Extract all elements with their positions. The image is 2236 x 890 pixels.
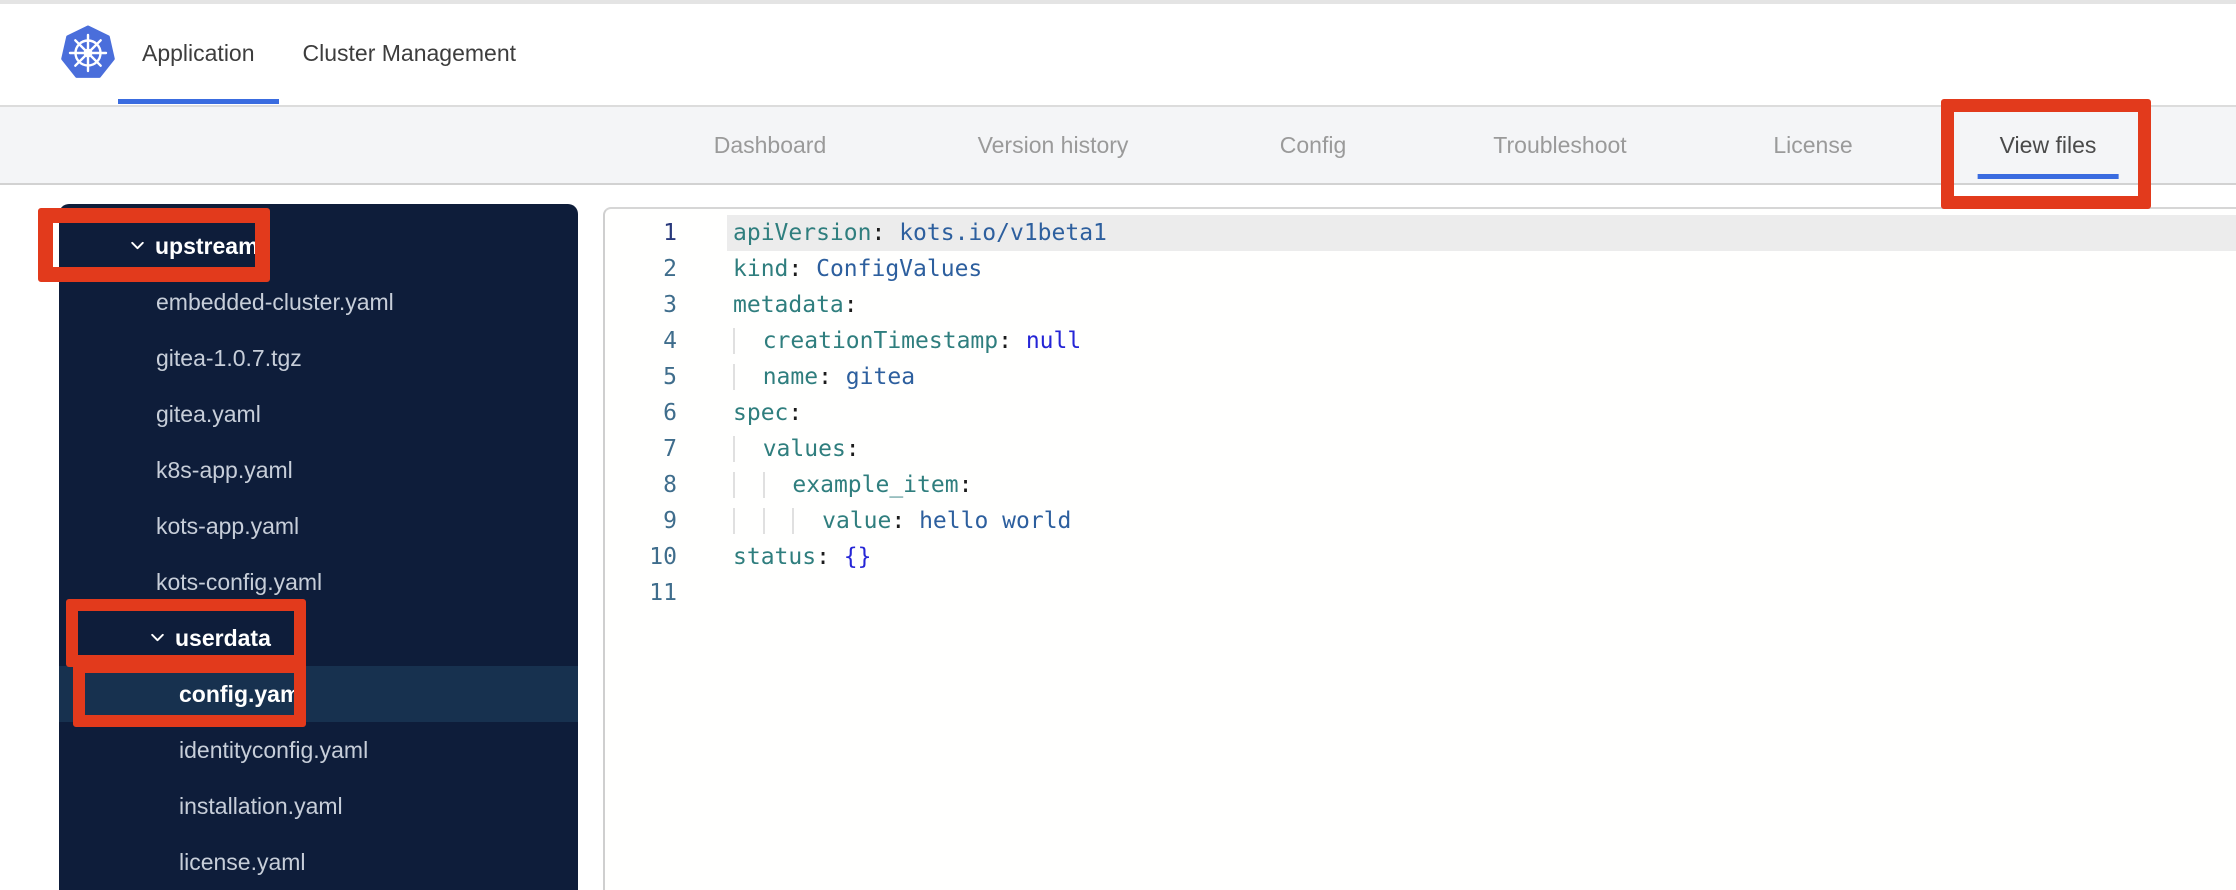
code-line-9: 9 value: hello world (605, 503, 2236, 539)
code-text: status: {} (733, 544, 872, 570)
tree-item-label: installation.yaml (179, 793, 343, 819)
tree-item-label: gitea-1.0.7.tgz (156, 345, 302, 371)
code-lines: 1 apiVersion: kots.io/v1beta1 2 kind: Confi… (605, 215, 2236, 611)
tree-item-label: config.yaml (179, 681, 307, 707)
line-number: 4 (663, 328, 677, 354)
line-number: 3 (663, 292, 677, 318)
tree-item-label: kots-app.yaml (156, 513, 300, 539)
file-license-yaml[interactable]: license.yaml (59, 834, 578, 890)
tree-item-label: upstream (155, 233, 259, 259)
line-number: 11 (649, 580, 677, 606)
nav-item-troubleshoot[interactable]: Troubleshoot (1493, 107, 1626, 183)
code-text: spec: (733, 400, 803, 426)
chevron-down-icon (131, 242, 144, 250)
code-line-7: 7 values: (605, 431, 2236, 467)
file-embedded-cluster-yaml[interactable]: embedded-cluster.yaml (59, 274, 578, 330)
line-number: 8 (663, 472, 677, 498)
window-top-border (0, 0, 2236, 4)
tree-item-label: gitea.yaml (156, 401, 261, 427)
file-tree: upstream embedded-cluster.yaml gitea-1.0.7… (59, 218, 578, 890)
nav-item-view-files[interactable]: View files (1977, 107, 2119, 183)
code-line-6: 6 spec: (605, 395, 2236, 431)
file-identityconfig-yaml[interactable]: identityconfig.yaml (59, 722, 578, 778)
code-text: kind: ConfigValues (733, 256, 983, 282)
nav-item-dashboard[interactable]: Dashboard (714, 107, 827, 183)
file-editor[interactable]: 1 apiVersion: kots.io/v1beta1 2 kind: Confi… (603, 207, 2236, 890)
code-line-4: 4 creationTimestamp: null (605, 323, 2236, 359)
file-k8s-app-yaml[interactable]: k8s-app.yaml (59, 442, 578, 498)
app-nav: Dashboard Version history Config Troublesho… (0, 107, 2236, 185)
header-tab-application[interactable]: Application (118, 3, 279, 105)
kots-admin-console: Application Cluster Management Dashboard V… (0, 0, 2236, 890)
app-header: Application Cluster Management (0, 0, 2236, 107)
file-kots-config-yaml[interactable]: kots-config.yaml (59, 554, 578, 610)
header-tabs: Application Cluster Management (118, 3, 540, 105)
line-number: 1 (663, 220, 677, 246)
nav-item-config[interactable]: Config (1280, 107, 1346, 183)
nav-item-version-history[interactable]: Version history (978, 107, 1129, 183)
line-number: 6 (663, 400, 677, 426)
line-number: 5 (663, 364, 677, 390)
tree-item-label: kots-config.yaml (156, 569, 323, 595)
code-text: example_item: (727, 467, 2236, 503)
line-number: 7 (663, 436, 677, 462)
file-gitea-yaml[interactable]: gitea.yaml (59, 386, 578, 442)
code-text: creationTimestamp: null (727, 323, 2236, 359)
tree-item-label: license.yaml (179, 849, 306, 875)
code-line-3: 3 metadata: (605, 287, 2236, 323)
code-line-1: 1 apiVersion: kots.io/v1beta1 (605, 215, 2236, 251)
tree-item-label: k8s-app.yaml (156, 457, 293, 483)
tree-item-label: identityconfig.yaml (179, 737, 369, 763)
file-kots-app-yaml[interactable]: kots-app.yaml (59, 498, 578, 554)
folder-userdata[interactable]: userdata (59, 610, 578, 666)
file-installation-yaml[interactable]: installation.yaml (59, 778, 578, 834)
nav-item-license[interactable]: License (1773, 107, 1852, 183)
code-line-10: 10 status: {} (605, 539, 2236, 575)
line-number: 10 (649, 544, 677, 570)
code-text: apiVersion: kots.io/v1beta1 (727, 215, 2236, 251)
file-config-yaml[interactable]: config.yaml (59, 666, 578, 722)
file-gitea-1-0-7-tgz[interactable]: gitea-1.0.7.tgz (59, 330, 578, 386)
tree-item-label: userdata (175, 625, 271, 651)
kubernetes-logo-icon (61, 25, 115, 78)
line-number: 2 (663, 256, 677, 282)
code-line-11: 11 (605, 575, 2236, 611)
chevron-down-icon (151, 634, 164, 642)
folder-upstream[interactable]: upstream (59, 218, 578, 274)
code-text: name: gitea (727, 359, 2236, 395)
code-text: metadata: (733, 292, 858, 318)
code-line-2: 2 kind: ConfigValues (605, 251, 2236, 287)
code-text: value: hello world (727, 503, 2236, 539)
tree-item-label: embedded-cluster.yaml (156, 289, 394, 315)
header-tab-cluster-management[interactable]: Cluster Management (279, 3, 541, 105)
code-line-8: 8 example_item: (605, 467, 2236, 503)
file-tree-sidebar: upstream embedded-cluster.yaml gitea-1.0.7… (59, 204, 578, 890)
line-number: 9 (663, 508, 677, 534)
code-text: values: (727, 431, 2236, 467)
code-line-5: 5 name: gitea (605, 359, 2236, 395)
